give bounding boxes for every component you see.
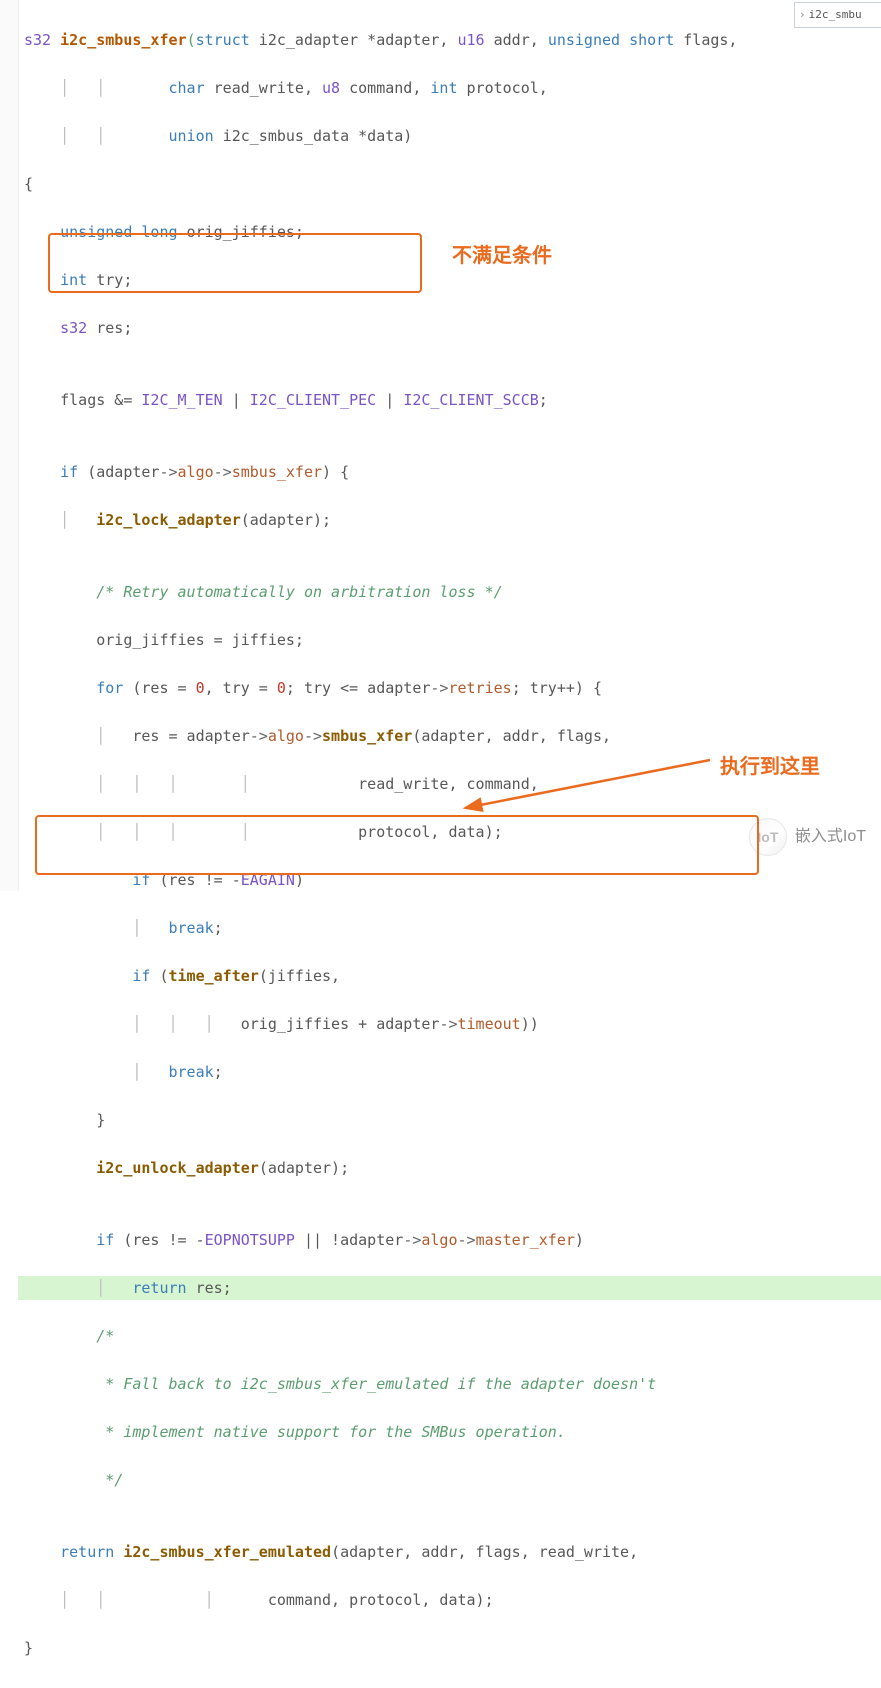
code-line: │ │ char read_write, u8 command, int pro… [18,76,881,100]
code-line: flags &= I2C_M_TEN | I2C_CLIENT_PEC | I2… [18,388,881,412]
code-line: s32 i2c_smbus_xfer(struct i2c_adapter *a… [18,28,881,52]
code-line: if (adapter->algo->smbus_xfer) { [18,460,881,484]
code-line: │ break; [18,916,881,940]
watermark: IoT 嵌入式IoT [749,818,866,856]
code-line-highlighted: │ return res; [18,1276,881,1300]
code-line: │ i2c_lock_adapter(adapter); [18,508,881,532]
code-line: │ res = adapter->algo->smbus_xfer(adapte… [18,724,881,748]
code-line: s32 res; [18,316,881,340]
code-line: if (res != -EAGAIN) [18,868,881,892]
code-line: */ [18,1468,881,1492]
code-line: { [18,172,881,196]
code-line: i2c_unlock_adapter(adapter); [18,1156,881,1180]
watermark-text: 嵌入式IoT [795,824,866,850]
code-line: unsigned long orig_jiffies; [18,220,881,244]
code-line: * Fall back to i2c_smbus_xfer_emulated i… [18,1372,881,1396]
breadcrumb-label: i2c_smbu [809,6,862,24]
chevron-right-icon: › [799,6,806,24]
watermark-logo-icon: IoT [749,818,787,856]
code-line: for (res = 0, try = 0; try <= adapter->r… [18,676,881,700]
code-line: * implement native support for the SMBus… [18,1420,881,1444]
code-line: } [18,1636,881,1660]
code-line: │ │ union i2c_smbus_data *data) [18,124,881,148]
code-line: │ │ │ command, protocol, data); [18,1588,881,1612]
code-line: if (time_after(jiffies, [18,964,881,988]
code-line: │ │ │ │ read_write, command, [18,772,881,796]
code-line: │ break; [18,1060,881,1084]
code-line: │ │ │ orig_jiffies + adapter->timeout)) [18,1012,881,1036]
code-line: orig_jiffies = jiffies; [18,628,881,652]
code-line: /* [18,1324,881,1348]
breadcrumb[interactable]: › i2c_smbu [794,2,881,28]
code-line: /* Retry automatically on arbitration lo… [18,580,881,604]
code-line: int try; [18,268,881,292]
code-line: } [18,1108,881,1132]
code-line: return i2c_smbus_xfer_emulated(adapter, … [18,1540,881,1564]
code-line: if (res != -EOPNOTSUPP || !adapter->algo… [18,1228,881,1252]
